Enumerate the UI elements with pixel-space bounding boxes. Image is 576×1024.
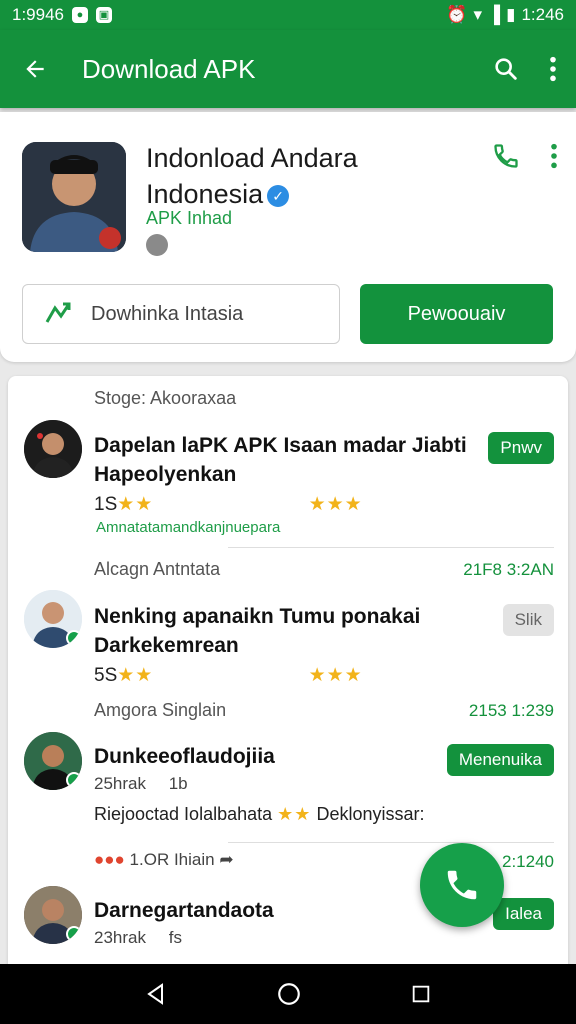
share-arrow-icon: ➦ — [219, 850, 234, 869]
item-meta: 25hrak 1b — [94, 774, 188, 794]
back-button[interactable] — [0, 30, 70, 108]
secondary-download-button[interactable]: Dowhinka Intasia — [22, 284, 340, 344]
star-icon: ★★ — [117, 665, 154, 686]
avatar[interactable] — [24, 732, 82, 790]
wifi-icon: ▾ — [473, 5, 483, 24]
avatar[interactable] — [24, 590, 82, 648]
reactions-row[interactable]: ●●● 1.OR Ihiain ➦ — [94, 850, 234, 870]
item-meta-right: fs — [168, 928, 182, 947]
item-action-button[interactable]: Ialea — [493, 898, 554, 930]
profile-photo — [22, 142, 126, 252]
arrow-left-icon — [26, 60, 44, 78]
share-icon — [45, 302, 71, 323]
app-bar: Download APK — [0, 30, 576, 108]
reaction-count: 1.OR Ihiain — [129, 850, 215, 869]
list-item-title: Dunkeeoflaudojiia — [94, 745, 275, 768]
secondary-badge-icon — [146, 234, 168, 256]
search-icon[interactable] — [492, 55, 520, 83]
section-label: Amgora Singlain — [94, 700, 227, 720]
star-icon: ★★ — [117, 494, 154, 515]
avatar[interactable] — [24, 420, 82, 478]
phone-icon[interactable] — [492, 142, 520, 170]
avatar[interactable] — [24, 886, 82, 944]
phone-icon — [447, 870, 477, 900]
divider — [228, 547, 554, 548]
rating-prefix: 5S — [94, 665, 118, 686]
item-rating: 5S★★ ★★★ — [94, 664, 363, 687]
app-notification-icon: ▣ — [96, 7, 112, 23]
profile-card: Indonload Andara Indonesia ✓ APK Inhad Do… — [0, 112, 576, 362]
home-circle-icon[interactable] — [276, 981, 302, 1007]
page-title: Download APK — [82, 53, 256, 84]
online-badge-icon — [66, 926, 82, 942]
item-link[interactable]: Amnatatamandkanjnuepara — [96, 519, 280, 536]
item-action-button[interactable]: Pnwv — [488, 432, 554, 464]
item-meta-left: 23hrak — [94, 928, 146, 947]
item-desc-right: Deklonyissar: — [316, 804, 425, 824]
signal-icon: ▐ — [488, 5, 501, 24]
verified-icon: ✓ — [267, 184, 290, 207]
list-item-title: Dapelan laPK APK Isaan madar Jiabti Hape… — [94, 434, 467, 486]
online-badge-icon — [66, 772, 82, 788]
more-vert-icon[interactable] — [548, 55, 558, 83]
profile-name: Indonload Andara Indonesia ✓ — [146, 140, 466, 212]
timestamp: 2153 1:239 — [468, 701, 554, 720]
item-action-button[interactable]: Menenuika — [446, 744, 554, 776]
item-meta-left: 25hrak — [94, 774, 146, 793]
primary-download-button[interactable]: Pewoouaiv — [360, 284, 553, 344]
timestamp: 21F8 3:2AN — [463, 560, 554, 579]
rating-prefix: 1S — [94, 494, 118, 515]
primary-button-label: Pewoouaiv — [407, 302, 506, 325]
secondary-button-label: Dowhinka Intasia — [91, 302, 244, 325]
notification-icon: ● — [72, 7, 88, 23]
item-meta-right: 1b — [168, 774, 188, 793]
store-label: Stoge: Akooraxaa — [94, 388, 237, 408]
item-description: Riejooctad Iolalbahata ★★ Deklonyissar: — [94, 804, 425, 825]
status-clock: 1:246 — [521, 5, 564, 24]
system-nav-bar — [0, 964, 576, 1024]
call-fab-button[interactable] — [420, 843, 504, 927]
alarm-icon: ⏰ — [446, 5, 468, 24]
divider — [228, 842, 554, 843]
item-rating: 1S★★ ★★★ — [94, 493, 363, 516]
profile-name-line1: Indonload Andara — [146, 143, 358, 173]
item-action-button[interactable]: Slik — [502, 604, 554, 636]
online-badge-icon — [66, 630, 82, 646]
battery-icon: ▮ — [506, 5, 516, 24]
list-item-title: Nenking apanaikn Tumu ponakai Darkekemre… — [94, 605, 421, 657]
recents-square-icon[interactable] — [410, 983, 432, 1005]
reaction-icon: ●●● — [94, 850, 125, 869]
status-time: 1:9946 — [12, 5, 64, 24]
timestamp: 2:1240 — [502, 852, 554, 871]
back-triangle-icon[interactable] — [144, 982, 168, 1006]
star-icon: ★★★ — [308, 665, 363, 686]
more-vert-icon[interactable] — [550, 142, 558, 170]
status-bar: 1:9946 ● ▣ ⏰ ▾ ▐ ▮ 1:246 — [0, 0, 576, 30]
profile-name-line2: Indonesia — [146, 179, 264, 209]
item-desc-left: Riejooctad Iolalbahata — [94, 804, 273, 824]
star-icon: ★★★ — [308, 494, 363, 515]
star-icon: ★★ — [277, 804, 312, 824]
section-label: Alcagn Antntata — [94, 559, 221, 579]
profile-subtitle: APK Inhad — [146, 208, 233, 228]
item-meta: 23hrak fs — [94, 928, 182, 948]
